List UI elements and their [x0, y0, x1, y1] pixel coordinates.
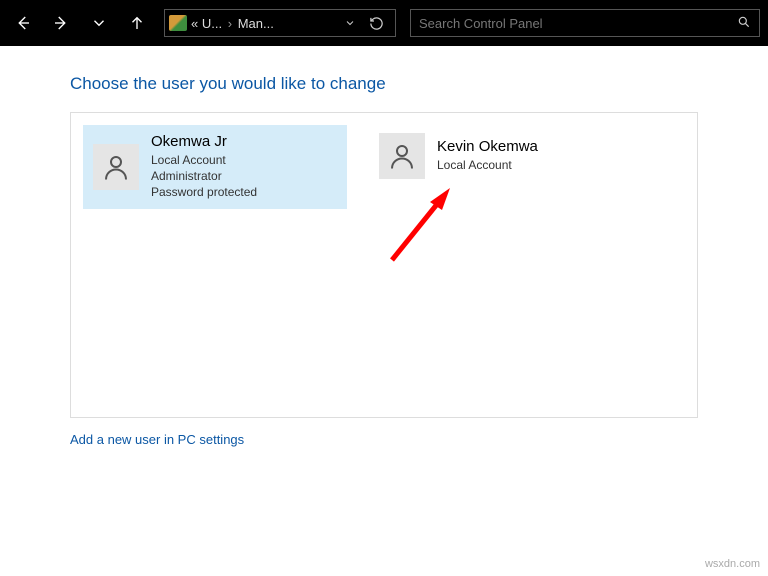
- chevron-right-icon: ›: [228, 16, 232, 31]
- breadcrumb-crumb: Man...: [238, 16, 274, 31]
- user-card[interactable]: Okemwa Jr Local Account Administrator Pa…: [83, 125, 347, 209]
- breadcrumb: « U... › Man...: [191, 16, 339, 31]
- user-name: Okemwa Jr: [151, 133, 257, 150]
- user-info: Okemwa Jr Local Account Administrator Pa…: [151, 133, 257, 201]
- page-title: Choose the user you would like to change: [70, 74, 726, 94]
- watermark: wsxdn.com: [705, 558, 760, 570]
- add-user-link[interactable]: Add a new user in PC settings: [70, 432, 726, 447]
- search-icon: [737, 15, 751, 32]
- user-accounts-icon: [169, 15, 187, 31]
- user-type: Local Account: [151, 152, 257, 168]
- user-card[interactable]: Kevin Okemwa Local Account: [369, 125, 633, 187]
- search-placeholder: Search Control Panel: [419, 16, 737, 31]
- user-type: Local Account: [437, 157, 538, 173]
- address-dropdown[interactable]: [343, 17, 357, 29]
- breadcrumb-crumb: U...: [202, 16, 222, 31]
- address-bar[interactable]: « U... › Man...: [164, 9, 396, 37]
- user-role: Administrator: [151, 168, 257, 184]
- up-button[interactable]: [120, 5, 154, 41]
- back-button[interactable]: [6, 5, 40, 41]
- refresh-button[interactable]: [361, 16, 391, 31]
- user-list-panel: Okemwa Jr Local Account Administrator Pa…: [70, 112, 698, 418]
- forward-button[interactable]: [44, 5, 78, 41]
- titlebar: « U... › Man... Search Control Panel: [0, 0, 768, 46]
- recent-button[interactable]: [82, 5, 116, 41]
- user-name: Kevin Okemwa: [437, 138, 538, 155]
- content: Choose the user you would like to change…: [0, 46, 768, 447]
- user-info: Kevin Okemwa Local Account: [437, 138, 538, 173]
- user-icon: [93, 144, 139, 190]
- breadcrumb-prefix: «: [191, 16, 198, 31]
- user-icon: [379, 133, 425, 179]
- search-input[interactable]: Search Control Panel: [410, 9, 760, 37]
- user-pw: Password protected: [151, 184, 257, 200]
